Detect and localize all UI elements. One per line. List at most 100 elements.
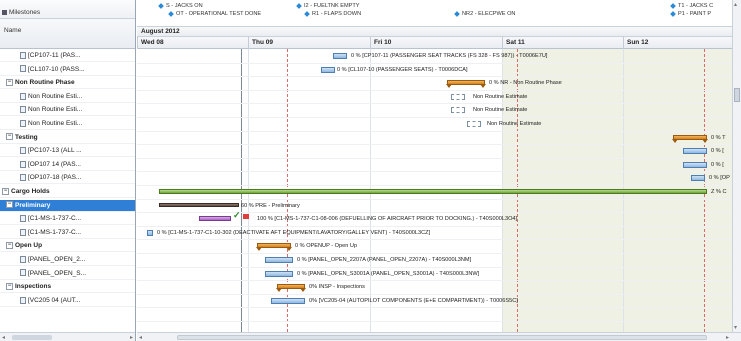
gantt-bar[interactable] — [691, 175, 705, 182]
gantt-bar[interactable] — [451, 93, 465, 100]
tree-task-row[interactable]: [OP107 14 (PAS... — [0, 159, 135, 171]
gantt-bar[interactable] — [683, 161, 707, 168]
gantt-bar[interactable] — [265, 270, 293, 277]
gantt-bar[interactable] — [265, 257, 293, 263]
tree-group-row[interactable]: − Cargo Holds — [0, 186, 135, 198]
tree-task-row[interactable]: [PANEL_OPEN_2... — [0, 254, 135, 266]
scroll-right-icon[interactable]: ▸ — [130, 334, 133, 341]
scroll-left-icon[interactable]: ◂ — [139, 334, 142, 341]
tree-group-row[interactable]: − Non Routine Phase — [0, 77, 135, 90]
gantt-bar[interactable] — [467, 121, 481, 127]
gantt-bar[interactable] — [446, 80, 486, 89]
gantt-vertical-scrollbar[interactable]: ▴ ▾ — [732, 0, 741, 332]
grid-row-line — [137, 266, 741, 268]
task-document-icon — [20, 92, 26, 100]
tree-task-row[interactable]: [CL107-10 (PASS... — [0, 64, 135, 76]
grid-row-line — [137, 157, 741, 159]
gantt-bar[interactable] — [159, 202, 239, 207]
task-tree-panel: Milestones Name [CP107-11 (PAS... [CL107-… — [0, 0, 136, 341]
gantt-bar-label: 60 % PRE - Preliminary — [241, 202, 300, 209]
gantt-bar-label: 0 % NR - Non Routine Phase — [489, 80, 562, 87]
milestones-label: Milestones — [9, 9, 41, 16]
tree-task-row[interactable]: [C1-MS-1-737-C... — [0, 213, 135, 226]
grid-row-line — [137, 130, 741, 132]
tree-group-row[interactable]: − Open Up — [0, 240, 135, 253]
scroll-right-icon[interactable]: ▸ — [726, 334, 729, 341]
gantt-bar[interactable] — [451, 107, 465, 114]
tree-task-row[interactable]: [VC205 04 (AUT... — [0, 295, 135, 307]
gantt-horizontal-scrollbar[interactable]: ◂ ▸ — [137, 332, 741, 341]
tree-row-label: [OP107-18 (PAS... — [28, 174, 82, 182]
complete-check-icon: ✓ — [233, 210, 241, 221]
gantt-bar[interactable] — [333, 53, 347, 59]
milestone-item[interactable]: OT - OPERATIONAL TEST DONE — [168, 10, 261, 17]
gantt-bar-label: 0% INSP - Inspections — [309, 284, 365, 291]
collapse-icon[interactable]: − — [6, 78, 13, 86]
task-document-icon — [20, 106, 26, 114]
task-document-icon — [20, 65, 26, 73]
day-header-cell: Sun 12 — [623, 37, 741, 49]
tree-row-label: Testing — [15, 133, 38, 141]
tree-task-row[interactable]: Non Routine Esti... — [0, 104, 135, 117]
gantt-bar[interactable] — [683, 148, 707, 155]
grid-row-line — [137, 253, 741, 254]
gantt-bar-label: 0 % [ — [711, 148, 724, 155]
tree-row-label: [PANEL_OPEN_2... — [28, 256, 86, 263]
milestone-item[interactable]: T1 - JACKS C — [670, 2, 713, 9]
collapse-icon[interactable]: − — [6, 282, 13, 290]
task-document-icon — [20, 269, 26, 277]
gantt-grid[interactable]: 0 % [CP107-11 (PASSENGER SEAT TRACKS (FS… — [137, 49, 741, 332]
milestone-item[interactable]: R1 - FLAPS DOWN — [304, 10, 361, 17]
vertical-scroll-thumb[interactable] — [734, 88, 740, 102]
gantt-bar[interactable] — [271, 297, 305, 304]
milestone-diamond-icon — [670, 10, 676, 17]
gantt-bar-label: 0 % [ — [711, 161, 724, 168]
milestones-header: Milestones — [0, 0, 135, 19]
tree-row-label: [CL107-10 (PASS... — [28, 65, 85, 73]
gantt-bar[interactable] — [199, 216, 231, 222]
grid-row-line — [137, 307, 741, 309]
collapse-icon[interactable]: − — [6, 242, 13, 250]
tree-task-row[interactable]: [C1-MS-1-737-C... — [0, 227, 135, 239]
tree-task-row[interactable]: [PC107-13 (ALL ... — [0, 145, 135, 158]
collapse-icon[interactable]: − — [2, 187, 9, 195]
tree-task-row[interactable]: [CP107-11 (PAS... — [0, 50, 135, 62]
scroll-left-icon[interactable]: ◂ — [2, 334, 5, 341]
gantt-bar[interactable] — [256, 243, 292, 252]
gantt-bar[interactable] — [672, 134, 708, 143]
gantt-bar[interactable] — [159, 189, 707, 194]
scroll-up-icon[interactable]: ▴ — [734, 1, 737, 8]
grid-row-line — [137, 117, 741, 118]
milestone-item[interactable]: S - JACKS ON — [158, 2, 203, 9]
tree-row-label: [VC205 04 (AUT... — [28, 296, 81, 304]
tree-group-row[interactable]: − Preliminary — [0, 199, 135, 212]
collapse-icon[interactable]: − — [6, 133, 13, 141]
collapse-icon[interactable]: − — [6, 201, 13, 209]
tree-task-row[interactable]: Non Routine Esti... — [0, 91, 135, 103]
tree-group-row[interactable]: − Testing — [0, 132, 135, 144]
gantt-bar[interactable] — [321, 66, 335, 73]
milestone-diamond-icon — [168, 10, 174, 17]
gantt-bar-label: 0 % [CL107-10 (PASSENGER SEATS) - T0006D… — [337, 66, 468, 73]
grid-row-line — [137, 185, 741, 186]
gantt-bar[interactable] — [276, 284, 306, 293]
tree-row-label: Cargo Holds — [11, 188, 50, 195]
milestone-item[interactable]: I2 - FUELTNK EMPTY — [296, 2, 360, 9]
tree-horizontal-scrollbar[interactable]: ◂ ▸ — [0, 332, 135, 341]
gantt-scroll-thumb[interactable] — [177, 335, 707, 340]
gantt-bar[interactable] — [147, 229, 153, 236]
tree-scroll-thumb[interactable] — [12, 335, 52, 340]
tree-task-row[interactable]: [PANEL_OPEN_S... — [0, 268, 135, 280]
task-document-icon — [20, 160, 26, 168]
tree-task-row[interactable]: Non Routine Esti... — [0, 118, 135, 130]
gantt-bar-label: 0% [VC205-04 (AUTOPILOT COMPONENTS (E+E … — [309, 297, 518, 304]
tree-row-label: Non Routine Esti... — [28, 92, 83, 100]
milestone-item[interactable]: NR2 - ELECPWE ON — [454, 10, 515, 17]
day-header-cell: Sat 11 — [502, 37, 623, 49]
milestone-item[interactable]: P1 - PAINT P — [670, 10, 711, 17]
scroll-down-icon[interactable]: ▾ — [734, 324, 737, 331]
tree-task-row[interactable]: [OP107-18 (PAS... — [0, 172, 135, 185]
tree-group-row[interactable]: − Inspections — [0, 281, 135, 294]
task-document-icon — [20, 146, 26, 154]
name-column-header[interactable]: Name — [0, 19, 135, 49]
